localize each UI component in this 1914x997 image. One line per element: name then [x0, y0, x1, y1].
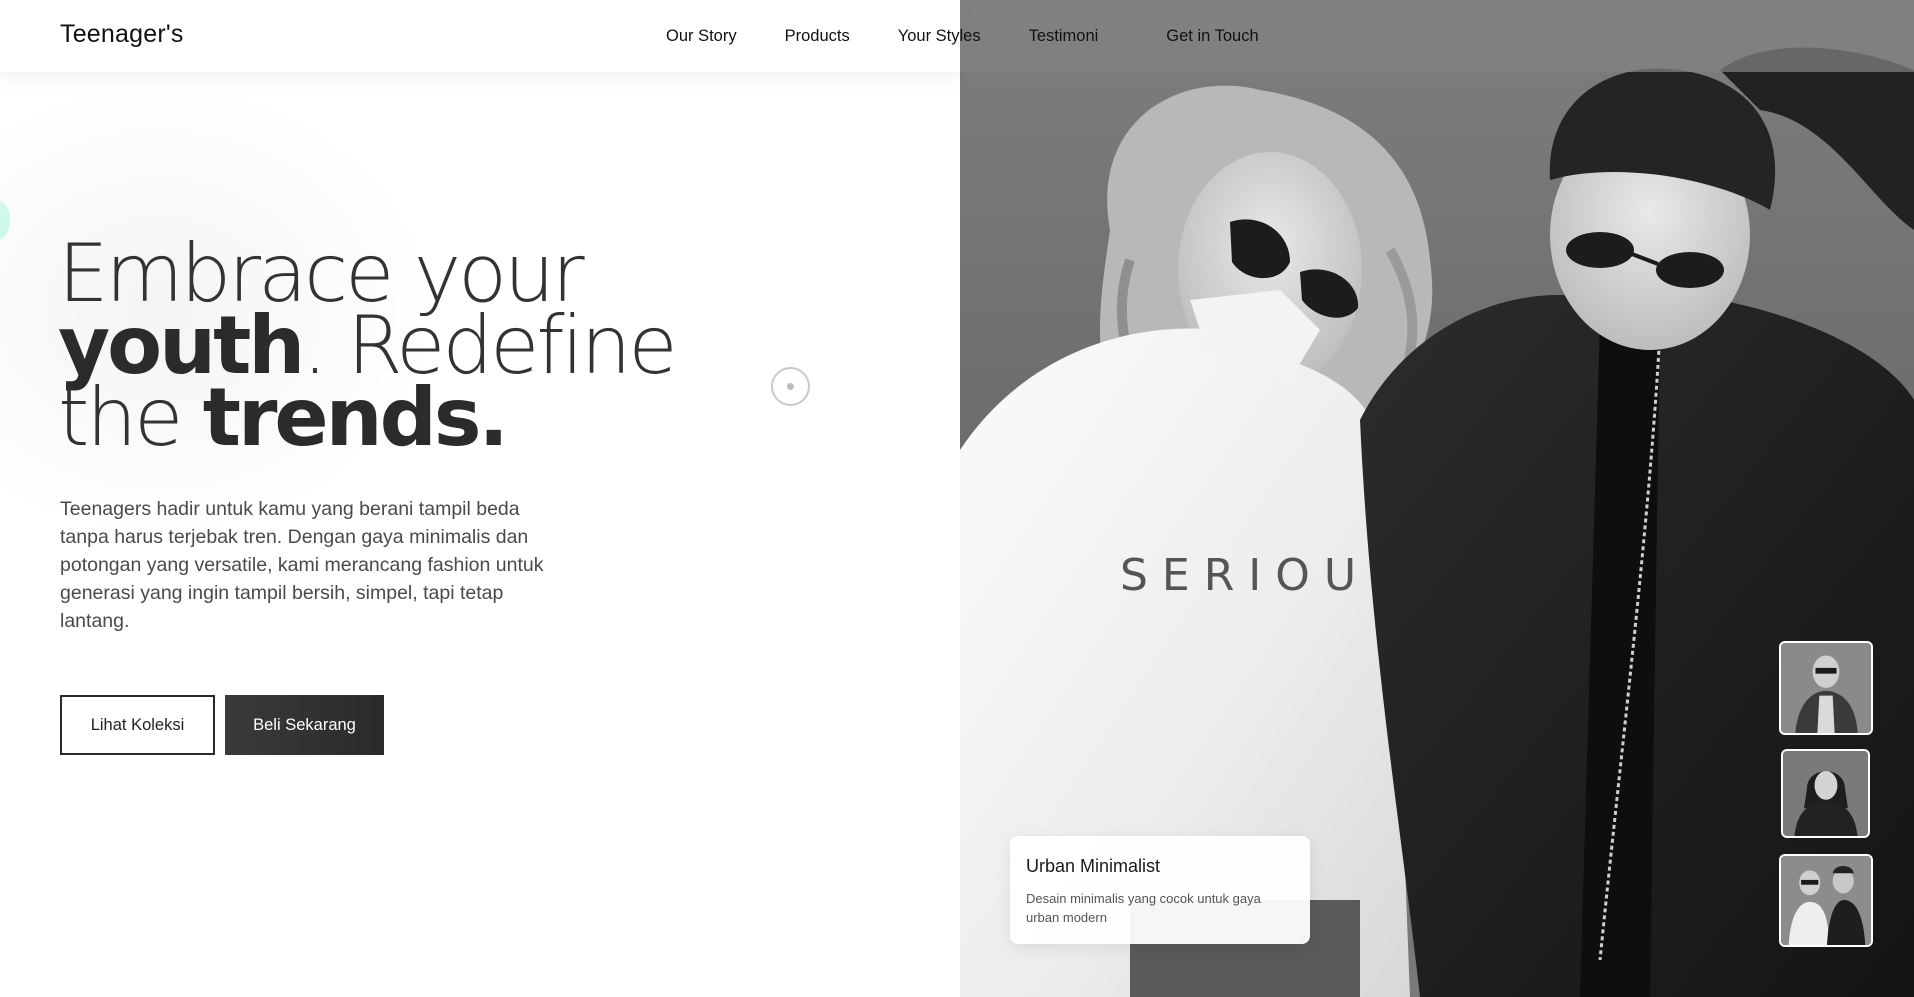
thumbnail-1-image	[1781, 643, 1871, 733]
nav-get-in-touch[interactable]: Get in Touch	[1166, 27, 1258, 46]
thumbnail-2[interactable]	[1781, 749, 1870, 838]
site-header: Teenager's Our Story Products Your Style…	[0, 0, 1914, 72]
nav-testimoni[interactable]: Testimoni	[1029, 27, 1099, 46]
card-title: Urban Minimalist	[1026, 856, 1161, 876]
style-info-card: Urban Minimalist Desain minimalis yang c…	[1010, 836, 1310, 944]
card-description: Desain minimalis yang cocok untuk gaya u…	[1026, 891, 1261, 925]
headline-line-3: the trends.	[58, 371, 509, 464]
thumbnail-3[interactable]	[1779, 854, 1873, 947]
nav-your-styles[interactable]: Your Styles	[898, 27, 981, 46]
hero-description: Teenagers hadir untuk kamu yang berani t…	[60, 498, 544, 632]
thumbnail-1[interactable]	[1779, 641, 1873, 735]
main-nav: Our Story Products Your Styles Testimoni…	[666, 24, 1259, 48]
brand-logo[interactable]: Teenager's	[60, 20, 184, 49]
view-collection-button[interactable]: Lihat Koleksi	[60, 695, 215, 755]
thumbnail-2-image	[1783, 751, 1868, 836]
accent-dot	[0, 200, 10, 240]
hero-headline: Embrace your youth. Redefine the trends.	[58, 234, 698, 464]
nav-our-story[interactable]: Our Story	[666, 27, 737, 46]
buy-now-button[interactable]: Beli Sekarang	[225, 695, 384, 755]
scroll-indicator[interactable]	[771, 367, 810, 406]
thumbnail-3-image	[1781, 856, 1871, 945]
landing-page: SERIOUSLY Teenager's Our Story Products	[0, 0, 1914, 997]
nav-products[interactable]: Products	[785, 27, 850, 46]
